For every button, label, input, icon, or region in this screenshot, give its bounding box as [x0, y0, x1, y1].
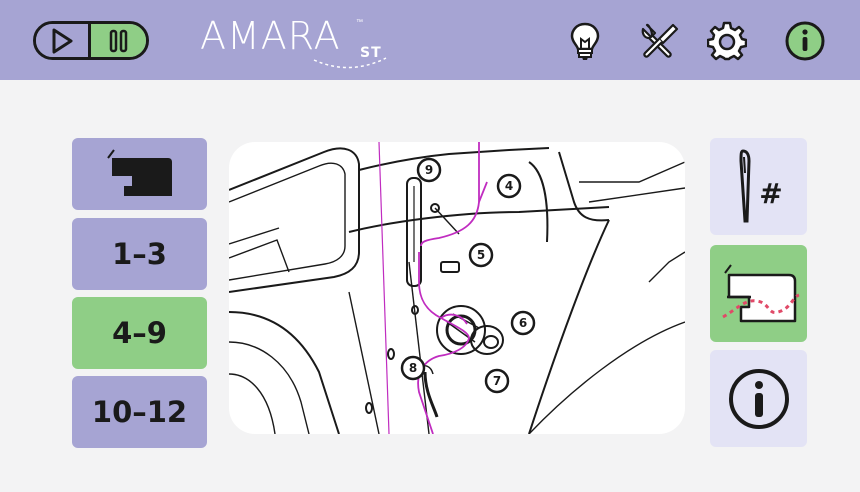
gear-icon [707, 21, 747, 61]
left-nav-machine[interactable] [72, 138, 207, 210]
lightbulb-icon [570, 22, 600, 60]
play-button[interactable] [36, 24, 91, 57]
step-badge-6: 6 [519, 316, 527, 330]
left-nav-steps-1-3[interactable]: 1–3 [72, 218, 207, 290]
play-pause-toggle[interactable] [33, 21, 149, 60]
pause-icon [109, 29, 127, 52]
lightbulb-button[interactable] [564, 20, 606, 62]
sewing-machine-threading-icon [721, 263, 800, 322]
tools-icon [641, 23, 679, 58]
step-badge-7: 7 [493, 374, 501, 388]
step-badge-5: 5 [477, 248, 485, 262]
threading-view-button[interactable] [710, 245, 807, 342]
brand-swoosh [313, 57, 387, 69]
brand-trademark: ™ [356, 18, 364, 26]
left-nav-steps-4-9[interactable]: 4–9 [72, 297, 207, 369]
info-icon [785, 21, 825, 61]
step-info-button[interactable] [710, 350, 807, 447]
threading-illustration: 9 4 5 6 8 7 [229, 142, 685, 434]
left-nav-label: 4–9 [112, 316, 167, 350]
step-badge-8: 8 [409, 361, 417, 375]
info-circle-icon [728, 368, 789, 429]
top-bar: AMARA ™ ST [0, 0, 860, 80]
tools-button[interactable] [638, 20, 680, 62]
left-nav-label: 10–12 [91, 395, 188, 429]
play-icon [52, 28, 73, 53]
pause-button[interactable] [91, 24, 146, 57]
brand-logo: AMARA ™ ST [200, 14, 387, 70]
info-button[interactable] [784, 20, 826, 62]
step-badge-4: 4 [505, 179, 513, 193]
left-nav-label: 1–3 [112, 237, 167, 271]
left-nav-steps-10-12[interactable]: 10–12 [72, 376, 207, 448]
threading-diagram: 9 4 5 6 8 7 [229, 142, 685, 434]
brand-name: AMARA [200, 14, 341, 58]
needle-number-icon: # [738, 148, 782, 222]
needle-number-button[interactable]: # [710, 138, 807, 235]
sewing-machine-icon [106, 149, 172, 196]
step-badge-9: 9 [425, 163, 433, 177]
settings-button[interactable] [706, 20, 748, 62]
needle-number-label: # [759, 177, 782, 210]
